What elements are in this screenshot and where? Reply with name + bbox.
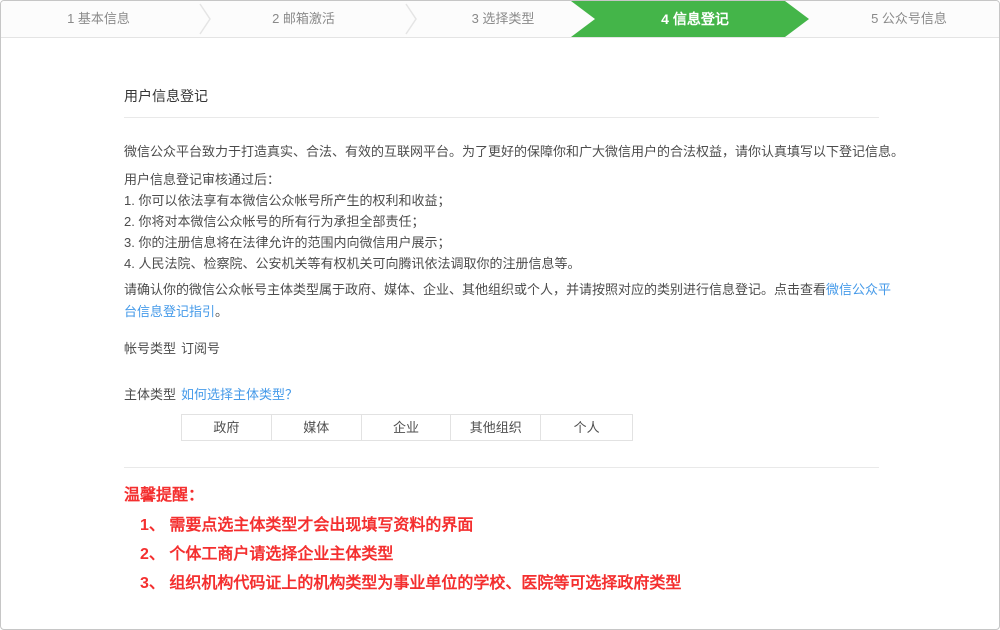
subject-tab-enterprise[interactable]: 企业: [362, 415, 452, 440]
intro-paragraph: 微信公众平台致力于打造真实、合法、有效的互联网平台。为了更好的保障你和广大微信用…: [124, 142, 999, 162]
subject-tab-other-org[interactable]: 其他组织: [451, 415, 541, 440]
tip-item: 1、 需要点选主体类型才会出现填写资料的界面: [124, 517, 999, 534]
how-to-choose-subject-type-link[interactable]: 如何选择主体类型？: [181, 384, 298, 403]
review-term-item: 3. 你的注册信息将在法律允许的范围内向微信用户展示；: [124, 233, 999, 253]
account-type-label: 帐号类型: [124, 338, 181, 357]
subject-tab-individual[interactable]: 个人: [541, 415, 632, 440]
confirm-text: 请确认你的微信公众帐号主体类型属于政府、媒体、企业、其他组织或个人，并请按照对应…: [124, 282, 826, 297]
review-terms-title: 用户信息登记审核通过后：: [124, 170, 999, 190]
account-type-value: 订阅号: [181, 338, 220, 357]
step-email-activation: 2 邮箱激活: [206, 1, 401, 37]
tip-item: 3、 组织机构代码证上的机构类型为事业单位的学校、医院等可选择政府类型: [124, 575, 999, 592]
review-term-item: 1. 你可以依法享有本微信公众帐号所产生的权利和收益；: [124, 191, 999, 211]
review-terms-block: 用户信息登记审核通过后： 1. 你可以依法享有本微信公众帐号所产生的权利和收益；…: [124, 170, 999, 274]
registration-wizard-window: 1 基本信息 2 邮箱激活 3 选择类型 4 信息登记 5 公众号信息 用户信息…: [0, 0, 1000, 630]
subject-type-row: 主体类型 如何选择主体类型？: [124, 384, 999, 403]
page-title: 用户信息登记: [124, 86, 999, 106]
step-select-type: 3 选择类型: [413, 1, 593, 37]
step-account-info: 5 公众号信息: [819, 1, 999, 37]
title-divider: [124, 117, 879, 118]
confirm-suffix: 。: [215, 304, 228, 319]
active-step-label: 4 信息登记: [651, 11, 729, 27]
subject-tab-government[interactable]: 政府: [182, 415, 272, 440]
tips-title: 温馨提醒：: [124, 481, 999, 505]
account-type-row: 帐号类型 订阅号: [124, 338, 999, 357]
subject-type-label: 主体类型: [124, 384, 181, 403]
subject-type-tabs: 政府 媒体 企业 其他组织 个人: [181, 414, 633, 441]
tip-item: 2、 个体工商户请选择企业主体类型: [124, 546, 999, 563]
review-term-item: 4. 人民法院、检察院、公安机关等有权机关可向腾讯依法调取你的注册信息等。: [124, 254, 999, 274]
step-info-registration-active: 4 信息登记: [571, 1, 809, 37]
confirm-paragraph: 请确认你的微信公众帐号主体类型属于政府、媒体、企业、其他组织或个人，并请按照对应…: [124, 279, 904, 323]
step-basic-info: 1 基本信息: [1, 1, 196, 37]
tips-divider: [124, 467, 879, 468]
step-progress-bar: 1 基本信息 2 邮箱激活 3 选择类型 4 信息登记 5 公众号信息: [1, 1, 999, 38]
subject-tab-media[interactable]: 媒体: [272, 415, 362, 440]
main-content: 用户信息登记 微信公众平台致力于打造真实、合法、有效的互联网平台。为了更好的保障…: [1, 38, 999, 592]
review-term-item: 2. 你将对本微信公众帐号的所有行为承担全部责任；: [124, 212, 999, 232]
tips-block: 温馨提醒： 1、 需要点选主体类型才会出现填写资料的界面 2、 个体工商户请选择…: [124, 481, 999, 592]
